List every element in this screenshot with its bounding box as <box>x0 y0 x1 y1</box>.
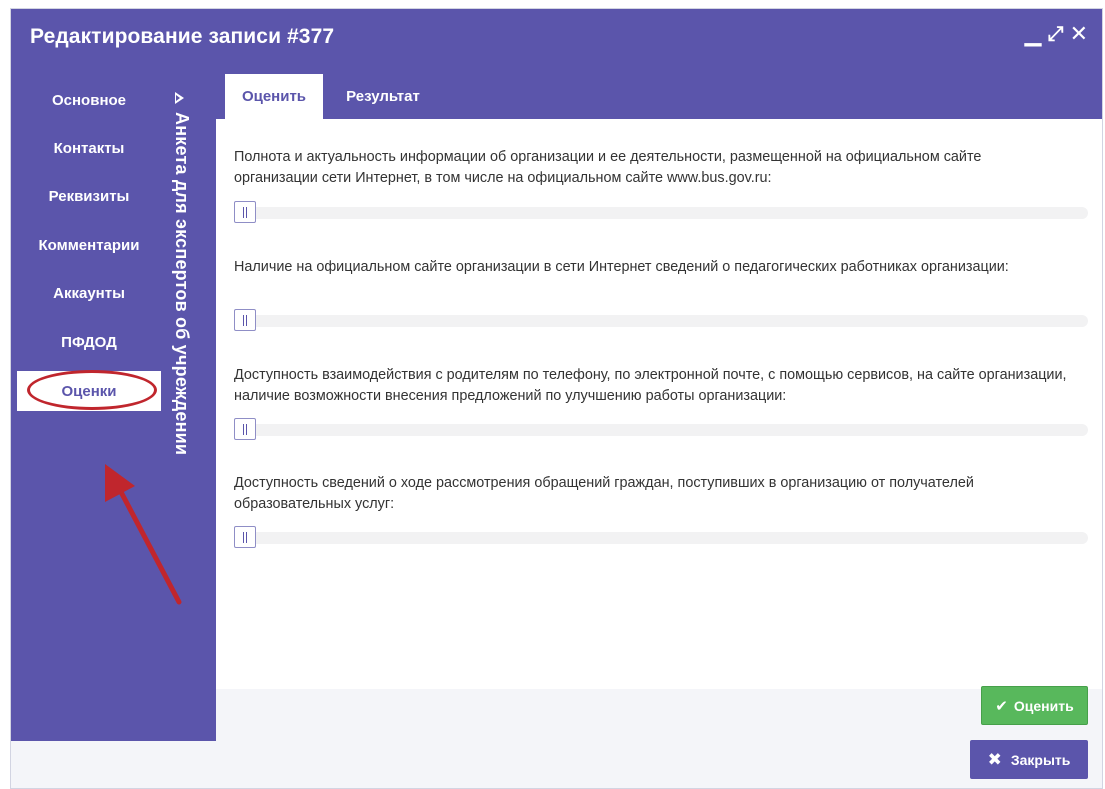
annotation-arrow <box>105 464 182 605</box>
close-button[interactable]: ✖ Закрыть <box>970 740 1088 779</box>
sidebar-item-comments[interactable]: Комментарии <box>17 225 161 265</box>
tab-bar: Оценить Результат <box>216 67 1102 119</box>
question-text: Доступность взаимодействия с родителям п… <box>234 367 1067 404</box>
sidebar-item-ratings[interactable]: Оценки <box>17 371 161 411</box>
question-text: Наличие на официальном сайте организации… <box>234 259 1009 275</box>
sidebar-item-requisites[interactable]: Реквизиты <box>17 176 161 216</box>
collapsed-panel-title[interactable]: Анкета для экспертов об учреждении <box>171 112 192 455</box>
tab-rate[interactable]: Оценить <box>225 74 323 119</box>
tab-result[interactable]: Результат <box>328 74 438 119</box>
sidebar: Основное Контакты Реквизиты Комментарии … <box>11 67 216 741</box>
window-title: Редактирование записи #377 <box>30 25 335 48</box>
sidebar-item-pfdod[interactable]: ПФДОД <box>17 322 161 362</box>
slider-handle[interactable] <box>234 526 256 548</box>
rating-slider[interactable] <box>234 201 1088 223</box>
rating-slider[interactable] <box>234 309 1088 331</box>
window-titlebar[interactable]: Редактирование записи #377 ▁ ⤢ ✕ <box>11 9 1102 67</box>
rating-slider[interactable] <box>234 526 1088 548</box>
question-text: Полнота и актуальность информации об орг… <box>234 149 982 186</box>
slider-handle[interactable] <box>234 309 256 331</box>
window-controls: ▁ ⤢ ✕ <box>1025 23 1088 46</box>
sidebar-item-contacts[interactable]: Контакты <box>17 128 161 168</box>
close-button-label: Закрыть <box>1010 751 1071 768</box>
slider-handle[interactable] <box>234 418 256 440</box>
close-icon: ✖ <box>987 749 1002 769</box>
sidebar-item-main[interactable]: Основное <box>17 80 161 120</box>
maximize-icon[interactable]: ⤢ <box>1048 23 1064 45</box>
minimize-icon[interactable]: ▁ <box>1025 23 1042 45</box>
rating-form: Полнота и актуальность информации об орг… <box>216 119 1102 689</box>
edit-record-window: Редактирование записи #377 ▁ ⤢ ✕ Основно… <box>10 8 1103 789</box>
rating-slider[interactable] <box>234 418 1088 440</box>
rate-button-label: Оценить <box>1013 697 1074 714</box>
expand-panel-icon[interactable] <box>175 92 184 104</box>
sidebar-item-accounts[interactable]: Аккаунты <box>17 273 161 313</box>
slider-handle[interactable] <box>234 201 256 223</box>
check-icon: ✔ <box>995 697 1008 715</box>
question-text: Доступность сведений о ходе рассмотрения… <box>234 475 974 512</box>
rate-button[interactable]: ✔ Оценить <box>981 686 1088 725</box>
close-icon[interactable]: ✕ <box>1070 23 1088 45</box>
